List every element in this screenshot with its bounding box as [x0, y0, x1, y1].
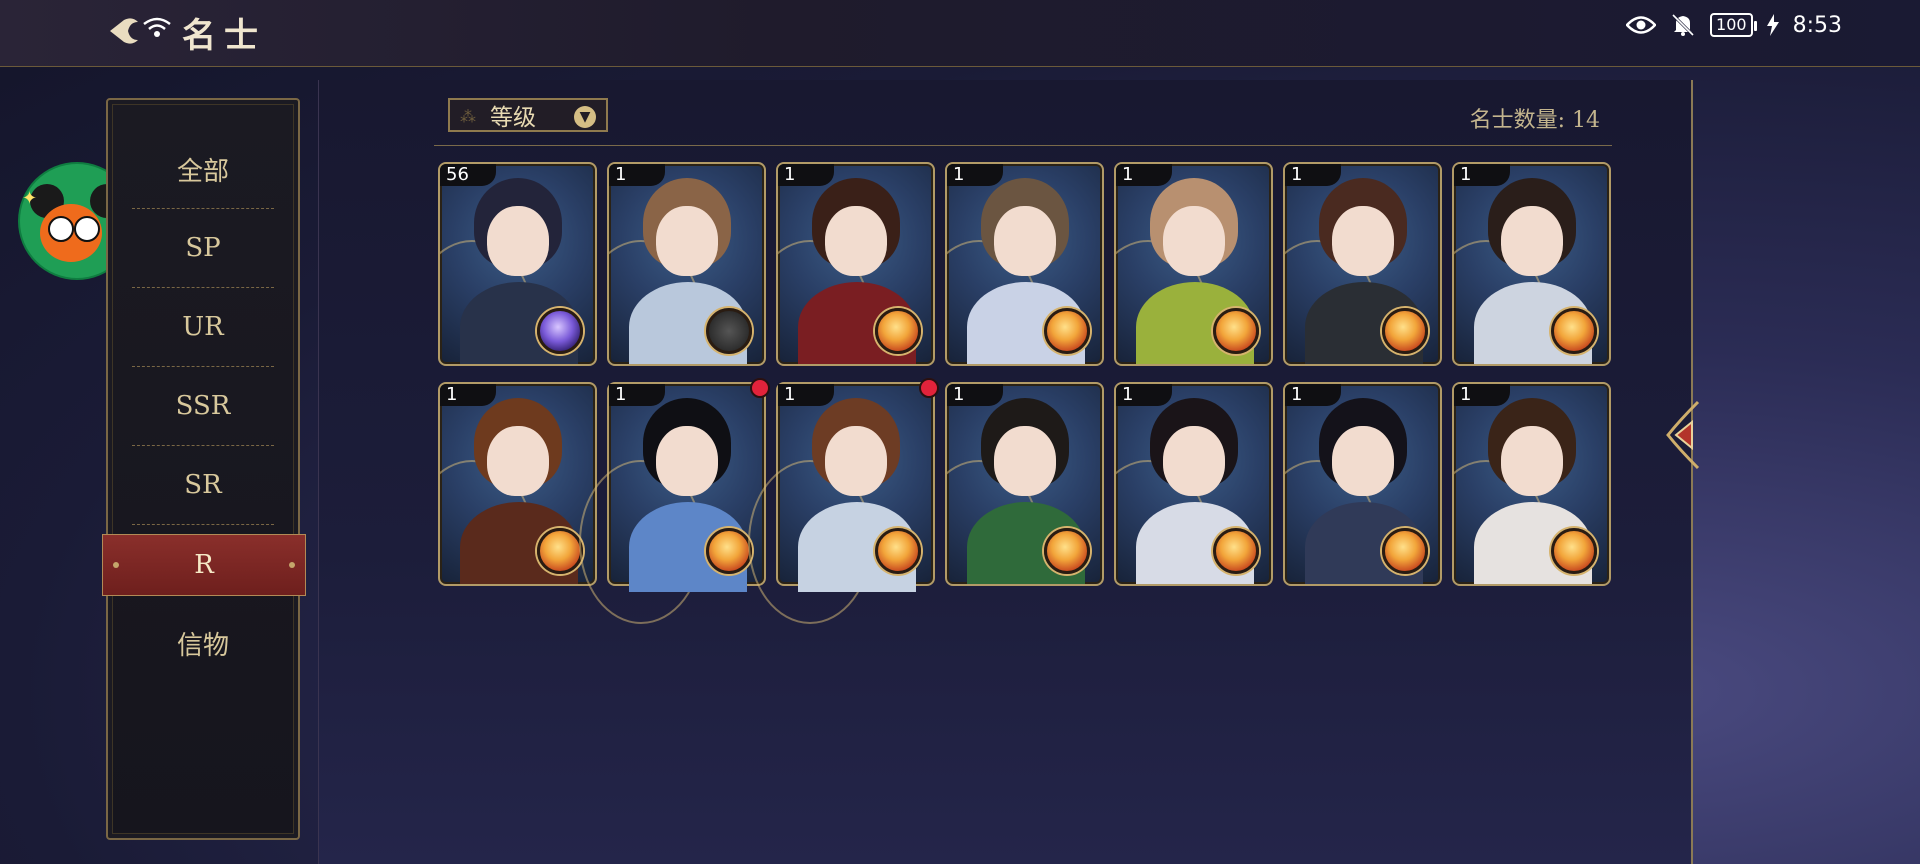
element-orb-icon: [537, 308, 583, 354]
system-status-bar: 100 8:53: [1626, 12, 1842, 38]
level-badge: 1: [1285, 384, 1341, 406]
portrait-face: [1501, 206, 1563, 276]
portrait-face: [656, 206, 718, 276]
character-card[interactable]: 1: [1283, 382, 1442, 586]
filter-sp[interactable]: SP: [132, 209, 274, 288]
element-orb-icon: [1044, 528, 1090, 574]
character-card-grid: 56 1 1 1 1 1 1 1 1 1 1 1 1 1: [438, 162, 1611, 624]
charging-icon: [1766, 14, 1779, 36]
top-bar: 名士 100 8:53: [0, 0, 1920, 67]
level-badge: 1: [778, 384, 834, 406]
wifi-icon: [142, 16, 172, 43]
character-card[interactable]: 1: [945, 162, 1104, 366]
rarity-filter-sidebar: 全部 SP UR SSR SR R 信物: [102, 98, 306, 840]
character-card[interactable]: 1: [1452, 382, 1611, 586]
filter-ssr-label: SSR: [175, 391, 231, 421]
portrait-face: [656, 426, 718, 496]
filter-sp-label: SP: [185, 233, 221, 263]
level-badge: 1: [947, 164, 1003, 186]
portrait-face: [1501, 426, 1563, 496]
character-card[interactable]: 1: [776, 162, 935, 366]
element-orb-icon: [1213, 528, 1259, 574]
character-card[interactable]: 1: [438, 382, 597, 586]
element-orb-icon: [875, 308, 921, 354]
ornament-dot: [113, 562, 119, 568]
arrow-left-icon: [1666, 400, 1700, 470]
level-badge: 56: [440, 164, 496, 186]
filter-all-label: 全部: [176, 156, 229, 187]
assistant-eye-left: [48, 216, 74, 242]
portrait-face: [825, 426, 887, 496]
character-card[interactable]: 1: [579, 378, 770, 624]
character-card[interactable]: 1: [1452, 162, 1611, 366]
level-badge: 1: [609, 384, 665, 406]
filter-tokens-label: 信物: [176, 630, 229, 661]
sparkle-icon: ✦: [22, 188, 38, 209]
filter-ur[interactable]: UR: [132, 288, 274, 367]
element-orb-icon: [706, 308, 752, 354]
portrait-face: [1332, 426, 1394, 496]
panel-collapse-handle[interactable]: [1662, 400, 1702, 470]
portrait-face: [487, 206, 549, 276]
filter-r[interactable]: R: [102, 534, 306, 596]
portrait-face: [1332, 206, 1394, 276]
page-title: 名士: [182, 16, 266, 56]
notification-dot: [919, 378, 939, 398]
portrait-face: [1163, 426, 1225, 496]
element-orb-icon: [1382, 308, 1428, 354]
chevron-down-icon: ▼: [574, 106, 596, 128]
mute-bell-icon: [1671, 13, 1695, 37]
filter-ur-label: UR: [182, 312, 224, 342]
portrait-face: [994, 206, 1056, 276]
element-orb-icon: [1551, 528, 1597, 574]
notification-dot: [750, 378, 770, 398]
clock: 8:53: [1792, 12, 1842, 38]
element-orb-icon: [1213, 308, 1259, 354]
ornament-icon: ⁂: [460, 107, 476, 126]
character-card[interactable]: 1: [1283, 162, 1442, 366]
filter-all[interactable]: 全部: [132, 130, 274, 209]
level-badge: 1: [947, 384, 1003, 406]
element-orb-icon: [1551, 308, 1597, 354]
sort-dropdown-label: 等级: [490, 105, 536, 131]
portrait-face: [994, 426, 1056, 496]
character-card[interactable]: 56: [438, 162, 597, 366]
filter-r-label: R: [194, 550, 214, 580]
filter-sr[interactable]: SR: [132, 446, 274, 525]
level-badge: 1: [1116, 164, 1172, 186]
character-card[interactable]: 1: [748, 378, 939, 624]
element-orb-icon: [875, 528, 921, 574]
character-card[interactable]: 1: [1114, 162, 1273, 366]
level-badge: 1: [1454, 384, 1510, 406]
character-count: 名士数量: 14: [1469, 108, 1600, 133]
level-badge: 1: [778, 164, 834, 186]
element-orb-icon: [537, 528, 583, 574]
filter-sr-label: SR: [184, 470, 222, 500]
sort-dropdown[interactable]: ⁂ 等级 ▼: [448, 98, 608, 132]
portrait-face: [825, 206, 887, 276]
assistant-eye-right: [74, 216, 100, 242]
element-orb-icon: [1382, 528, 1428, 574]
level-badge: 1: [1454, 164, 1510, 186]
level-badge: 1: [440, 384, 496, 406]
ornament-dot: [289, 562, 295, 568]
eye-icon: [1626, 16, 1657, 34]
level-badge: 1: [1116, 384, 1172, 406]
battery-indicator: 100: [1710, 13, 1757, 37]
portrait-face: [487, 426, 549, 496]
level-badge: 1: [609, 164, 665, 186]
portrait-face: [1163, 206, 1225, 276]
element-orb-icon: [706, 528, 752, 574]
character-card[interactable]: 1: [945, 382, 1104, 586]
element-orb-icon: [1044, 308, 1090, 354]
filter-ssr[interactable]: SSR: [132, 367, 274, 446]
filter-tokens[interactable]: 信物: [132, 604, 274, 682]
divider: [434, 145, 1612, 146]
level-badge: 1: [1285, 164, 1341, 186]
character-card[interactable]: 1: [1114, 382, 1273, 586]
character-card[interactable]: 1: [607, 162, 766, 366]
